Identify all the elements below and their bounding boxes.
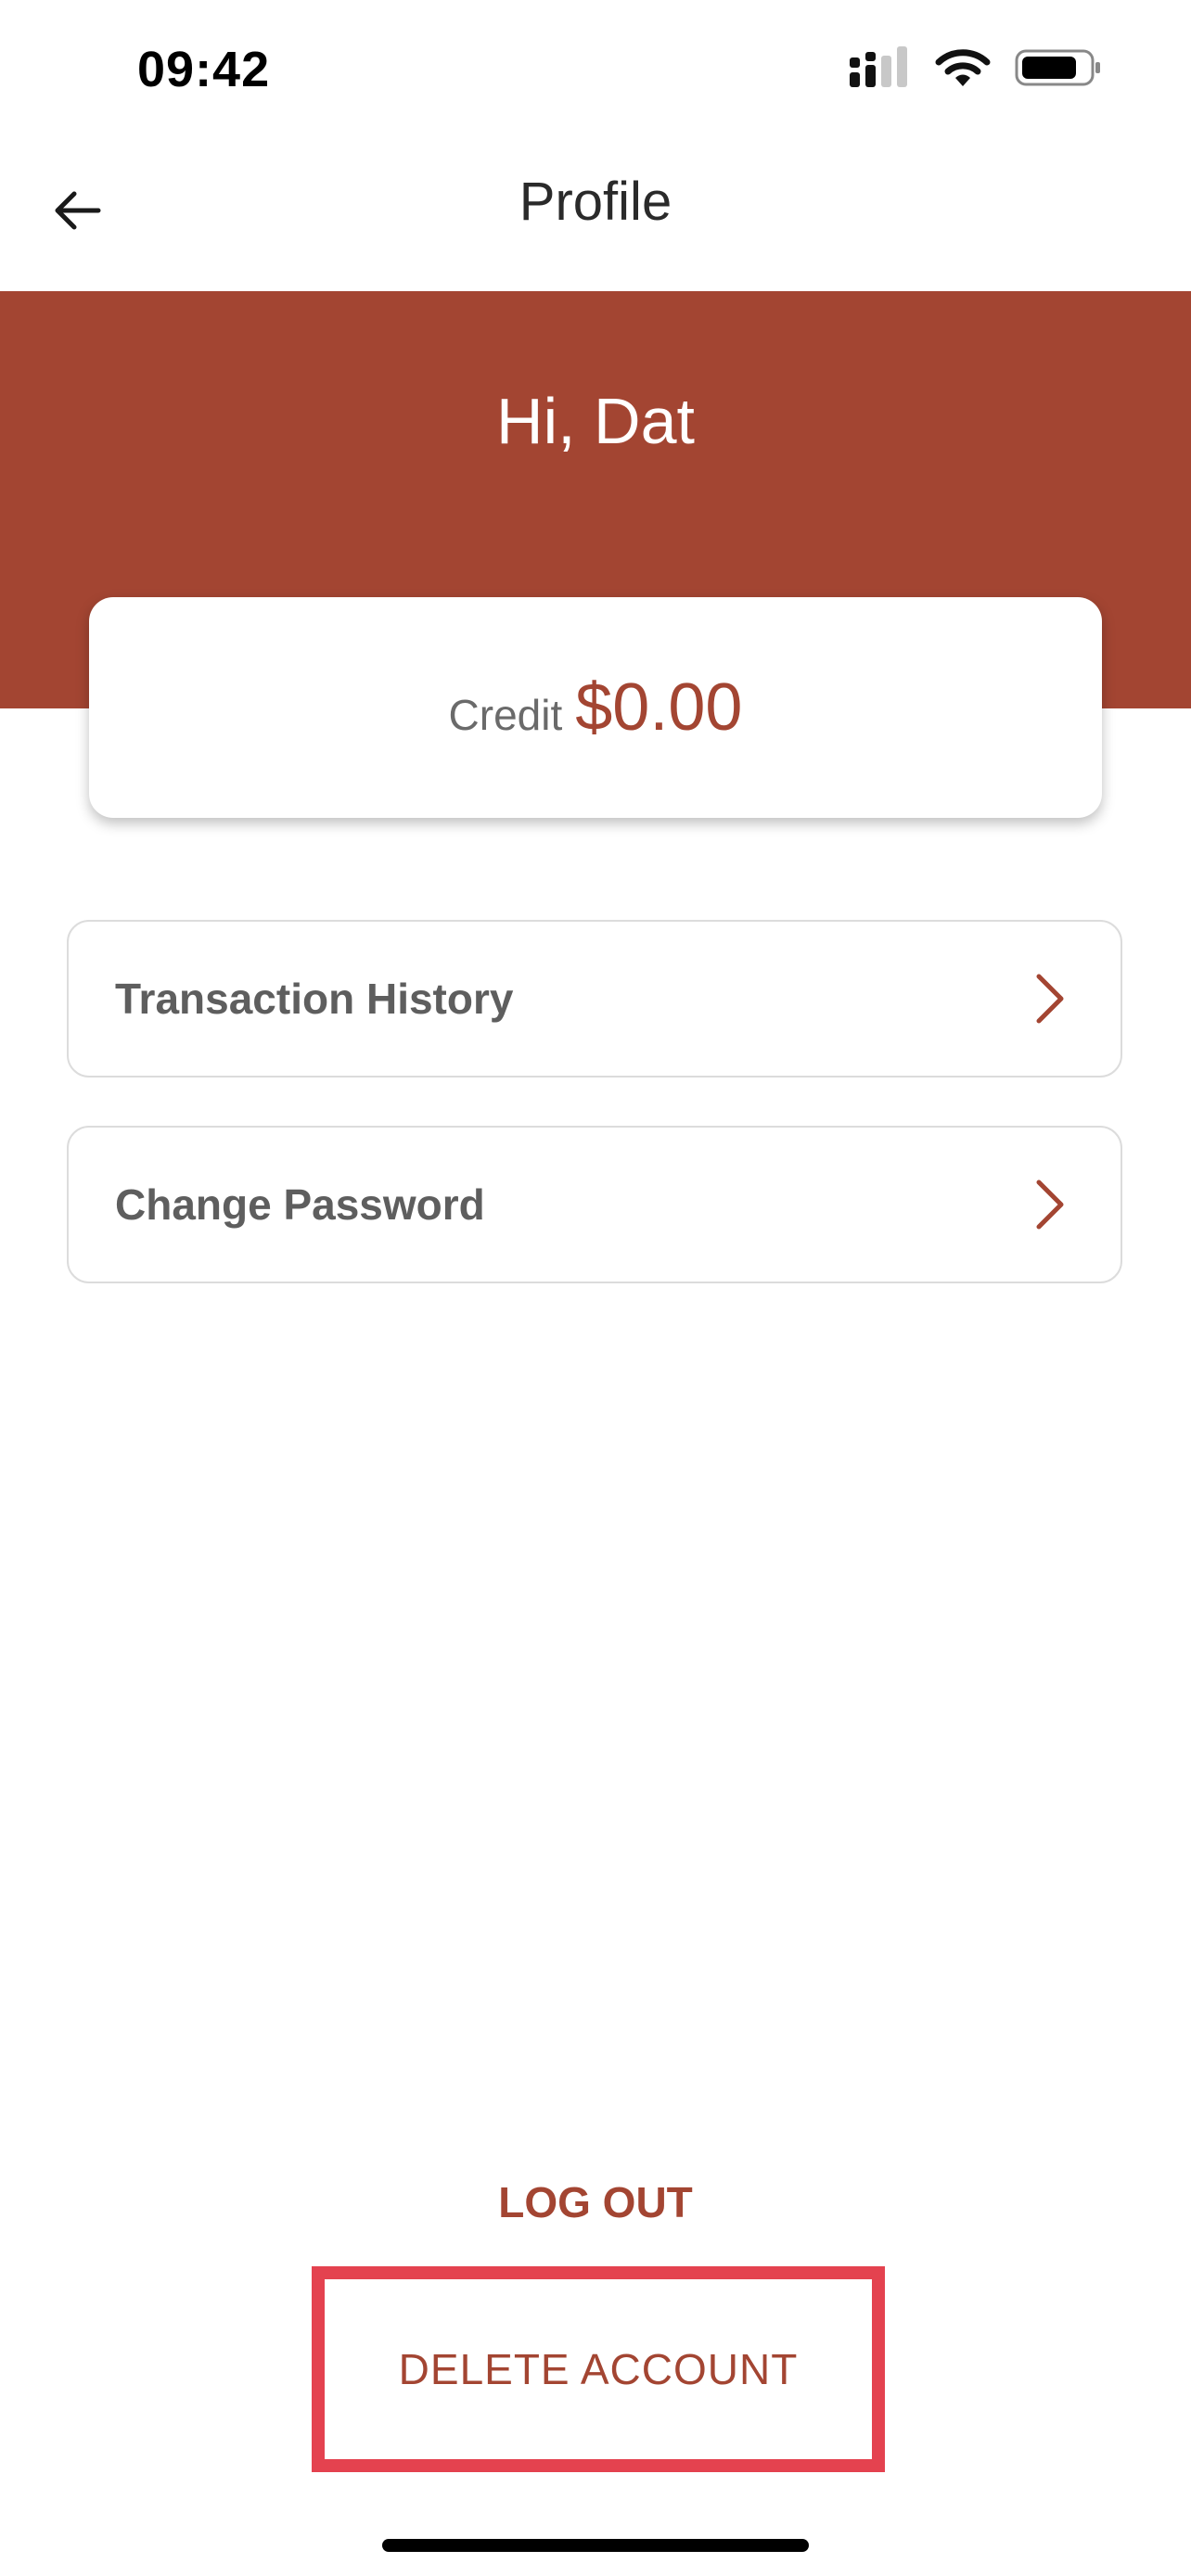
wifi-icon: [935, 47, 991, 93]
status-time: 09:42: [137, 42, 271, 97]
credit-row: Credit $0.00: [449, 670, 743, 746]
home-indicator: [382, 2539, 809, 2552]
credit-amount: $0.00: [575, 670, 743, 745]
status-bar: 09:42: [0, 0, 1191, 139]
delete-account-button[interactable]: DELETE ACCOUNT: [312, 2266, 885, 2472]
delete-account-label: DELETE ACCOUNT: [398, 2345, 799, 2393]
nav-bar: Profile: [0, 139, 1191, 291]
logout-button[interactable]: LOG OUT: [0, 2177, 1191, 2227]
signal-icon: [850, 45, 911, 94]
credit-card: Credit $0.00: [89, 597, 1102, 818]
change-password-item[interactable]: Change Password: [67, 1126, 1122, 1283]
transaction-history-item[interactable]: Transaction History: [67, 920, 1122, 1078]
greeting-text: Hi, Dat: [496, 385, 695, 457]
battery-icon: [1015, 47, 1102, 93]
transaction-history-label: Transaction History: [115, 975, 514, 1023]
status-icons: [850, 45, 1102, 94]
page-title: Profile: [519, 172, 672, 232]
chevron-right-icon: [1031, 1177, 1069, 1232]
chevron-right-icon: [1031, 971, 1069, 1027]
change-password-label: Change Password: [115, 1180, 485, 1229]
credit-label: Credit: [448, 691, 563, 739]
